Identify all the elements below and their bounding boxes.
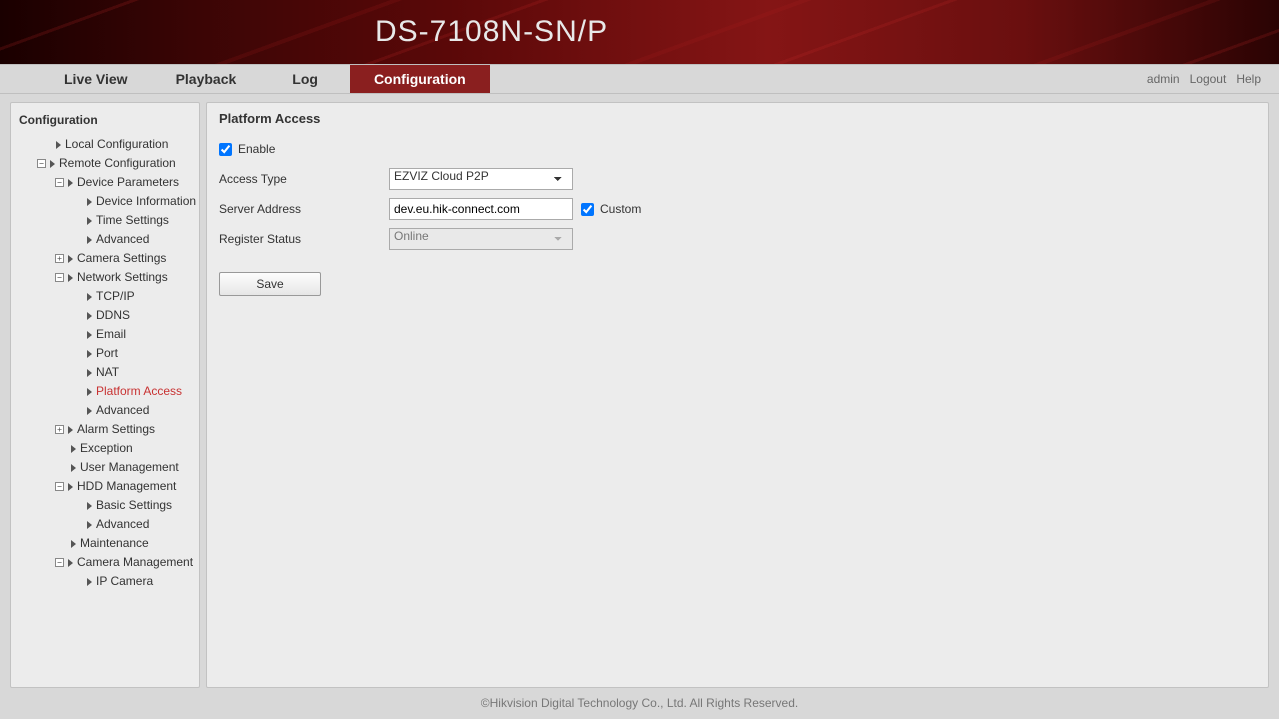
tree-network-settings[interactable]: −Network Settings (11, 268, 199, 287)
tree-ddns[interactable]: DDNS (11, 306, 199, 325)
content-panel: Platform Access Enable Access Type EZVIZ… (206, 102, 1269, 688)
caret-icon (68, 559, 73, 567)
access-type-label: Access Type (219, 172, 389, 186)
tree-camera-settings[interactable]: +Camera Settings (11, 249, 199, 268)
tab-playback[interactable]: Playback (152, 65, 261, 93)
caret-icon (87, 350, 92, 358)
caret-icon (87, 521, 92, 529)
expand-icon[interactable]: + (55, 254, 64, 263)
help-link[interactable]: Help (1236, 72, 1261, 86)
caret-icon (68, 179, 73, 187)
tree-maintenance[interactable]: Maintenance (11, 534, 199, 553)
tree-advanced-device[interactable]: Advanced (11, 230, 199, 249)
sidebar-title: Configuration (11, 107, 199, 135)
tree-alarm-settings[interactable]: +Alarm Settings (11, 420, 199, 439)
tab-log[interactable]: Log (260, 65, 350, 93)
caret-icon (68, 426, 73, 434)
tree-device-information[interactable]: Device Information (11, 192, 199, 211)
enable-label: Enable (238, 142, 275, 156)
save-button[interactable]: Save (219, 272, 321, 296)
caret-icon (87, 236, 92, 244)
caret-icon (87, 502, 92, 510)
caret-icon (87, 217, 92, 225)
tree-local-configuration[interactable]: Local Configuration (11, 135, 199, 154)
tree-tcpip[interactable]: TCP/IP (11, 287, 199, 306)
caret-icon (68, 274, 73, 282)
tree-remote-configuration[interactable]: −Remote Configuration (11, 154, 199, 173)
tree-email[interactable]: Email (11, 325, 199, 344)
caret-icon (87, 388, 92, 396)
server-address-label: Server Address (219, 202, 389, 216)
caret-icon (71, 464, 76, 472)
tab-live-view[interactable]: Live View (40, 65, 152, 93)
collapse-icon[interactable]: − (37, 159, 46, 168)
server-address-input[interactable] (389, 198, 573, 220)
enable-checkbox[interactable] (219, 143, 232, 156)
tree-basic-settings[interactable]: Basic Settings (11, 496, 199, 515)
caret-icon (50, 160, 55, 168)
tree-ip-camera[interactable]: IP Camera (11, 572, 199, 591)
collapse-icon[interactable]: − (55, 273, 64, 282)
device-model-title: DS-7108N-SN/P (375, 15, 608, 49)
current-user-label: admin (1147, 72, 1180, 86)
caret-icon (87, 293, 92, 301)
config-sidebar: Configuration Local Configuration −Remot… (10, 102, 200, 688)
tree-device-parameters[interactable]: −Device Parameters (11, 173, 199, 192)
tree-platform-access[interactable]: Platform Access (11, 382, 199, 401)
panel-title: Platform Access (219, 111, 1256, 126)
tree-advanced-hdd[interactable]: Advanced (11, 515, 199, 534)
header-banner: DS-7108N-SN/P (0, 0, 1279, 64)
collapse-icon[interactable]: − (55, 558, 64, 567)
tree-nat[interactable]: NAT (11, 363, 199, 382)
tab-configuration[interactable]: Configuration (350, 65, 490, 93)
caret-icon (87, 331, 92, 339)
tree-advanced-network[interactable]: Advanced (11, 401, 199, 420)
caret-icon (71, 445, 76, 453)
caret-icon (71, 540, 76, 548)
custom-checkbox[interactable] (581, 203, 594, 216)
caret-icon (56, 141, 61, 149)
tree-time-settings[interactable]: Time Settings (11, 211, 199, 230)
caret-icon (87, 578, 92, 586)
expand-icon[interactable]: + (55, 425, 64, 434)
custom-label: Custom (600, 202, 641, 216)
tree-camera-management[interactable]: −Camera Management (11, 553, 199, 572)
caret-icon (87, 369, 92, 377)
logout-link[interactable]: Logout (1190, 72, 1227, 86)
main-navbar: Live View Playback Log Configuration adm… (0, 64, 1279, 94)
caret-icon (68, 255, 73, 263)
register-status-select: Online (389, 228, 573, 250)
access-type-select[interactable]: EZVIZ Cloud P2P (389, 168, 573, 190)
caret-icon (87, 407, 92, 415)
caret-icon (68, 483, 73, 491)
collapse-icon[interactable]: − (55, 178, 64, 187)
collapse-icon[interactable]: − (55, 482, 64, 491)
caret-icon (87, 312, 92, 320)
tree-exception[interactable]: Exception (11, 439, 199, 458)
caret-icon (87, 198, 92, 206)
footer-copyright: ©Hikvision Digital Technology Co., Ltd. … (0, 692, 1279, 714)
tree-port[interactable]: Port (11, 344, 199, 363)
tree-user-management[interactable]: User Management (11, 458, 199, 477)
register-status-label: Register Status (219, 232, 389, 246)
tree-hdd-management[interactable]: −HDD Management (11, 477, 199, 496)
